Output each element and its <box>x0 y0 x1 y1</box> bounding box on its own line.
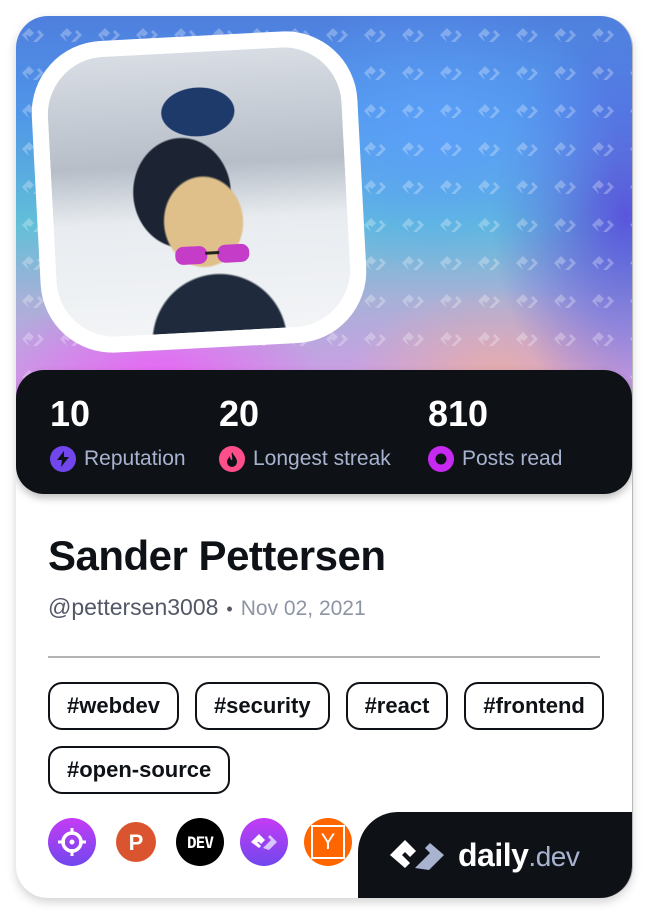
tag-chip[interactable]: #webdev <box>48 682 179 730</box>
avatar-frame <box>28 27 370 357</box>
product-hunt-source-icon[interactable]: P <box>112 818 160 866</box>
stat-posts-read: 810 Posts read <box>428 392 562 472</box>
dev-to-source-icon[interactable]: DEV <box>176 818 224 866</box>
brand-name: daily <box>458 836 529 873</box>
stat-label: Reputation <box>84 447 186 470</box>
profile-meta: @pettersen3008 • Nov 02, 2021 <box>48 594 366 621</box>
joined-date: Nov 02, 2021 <box>240 597 366 620</box>
tag-chip[interactable]: #open-source <box>48 746 231 794</box>
svg-text:P: P <box>129 830 144 855</box>
stat-reputation: 10 Reputation <box>50 392 186 472</box>
separator-dot: • <box>226 599 233 619</box>
tag-chip[interactable]: #react <box>345 682 449 730</box>
tag-chip[interactable]: #security <box>194 682 330 730</box>
stat-value: 810 <box>428 393 489 434</box>
profile-name: Sander Pettersen <box>48 532 386 579</box>
devcard: 10 Reputation 20 Longest streak 810 Post… <box>16 16 632 898</box>
crosshair-source-icon[interactable] <box>48 818 96 866</box>
stats-bar: 10 Reputation 20 Longest streak 810 Post… <box>16 370 632 494</box>
hacker-news-source-icon[interactable]: Y <box>304 818 352 866</box>
sunglasses-detail <box>175 243 250 265</box>
stat-label: Posts read <box>462 447 563 470</box>
card-header-background <box>16 16 632 396</box>
daily-dev-source-icon[interactable] <box>240 818 288 866</box>
ring-icon <box>428 446 454 472</box>
lightning-icon <box>50 446 76 472</box>
stat-value: 10 <box>50 393 91 434</box>
brand-suffix: .dev <box>528 840 580 872</box>
divider <box>48 656 600 658</box>
flame-icon <box>219 446 245 472</box>
stat-longest-streak: 20 Longest streak <box>219 392 391 472</box>
stat-value: 20 <box>219 393 260 434</box>
daily-dev-logo-icon <box>390 840 444 870</box>
profile-handle: @pettersen3008 <box>48 594 219 620</box>
tag-list: #webdev #security #react #frontend #open… <box>48 682 608 794</box>
source-list: P DEV Y <box>48 818 352 866</box>
stat-label: Longest streak <box>253 447 391 470</box>
daily-dev-branding: daily.dev <box>358 812 632 898</box>
tag-chip[interactable]: #frontend <box>464 682 604 730</box>
avatar <box>44 44 354 340</box>
